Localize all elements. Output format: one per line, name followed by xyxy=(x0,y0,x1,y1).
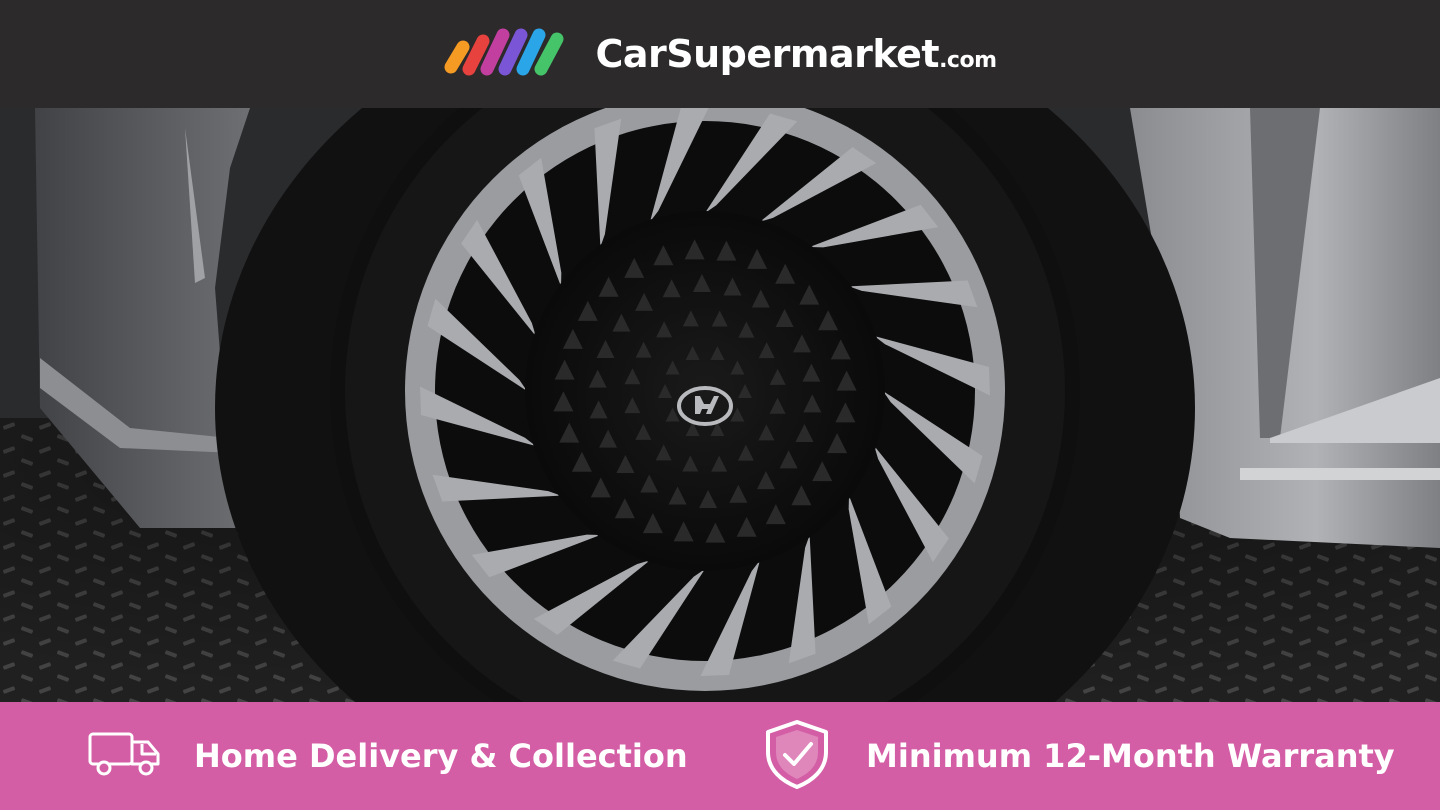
rainbow-stripes-icon xyxy=(443,27,567,81)
car-wheel-photo xyxy=(0,108,1440,702)
delivery-truck-icon xyxy=(86,730,164,782)
brand-tld: .com xyxy=(939,48,997,73)
site-header: CarSupermarket.com xyxy=(0,0,1440,108)
feature-banner: Home Delivery & Collection Minimum 12-Mo… xyxy=(0,702,1440,810)
brand-name: CarSupermarket.com xyxy=(595,32,997,76)
feature-warranty: Minimum 12-Month Warranty xyxy=(762,702,1395,810)
feature-warranty-label: Minimum 12-Month Warranty xyxy=(866,737,1395,775)
feature-delivery-label: Home Delivery & Collection xyxy=(194,737,688,775)
brand-logo[interactable]: CarSupermarket.com xyxy=(443,27,997,81)
feature-delivery: Home Delivery & Collection xyxy=(86,702,688,810)
shield-check-icon xyxy=(762,718,832,794)
